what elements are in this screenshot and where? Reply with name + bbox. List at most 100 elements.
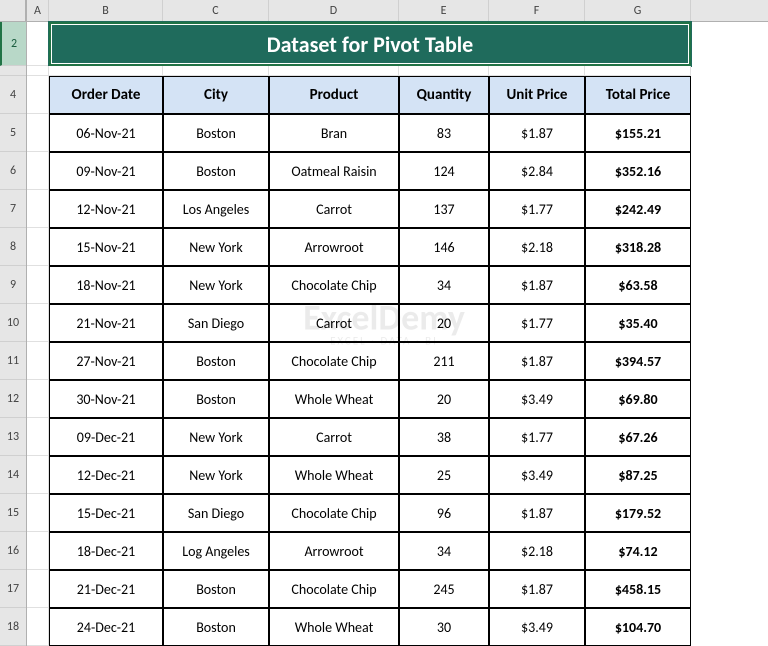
cell[interactable]: $1.87 xyxy=(489,570,585,608)
cell[interactable]: 12-Dec-21 xyxy=(49,456,163,494)
table-header[interactable]: Quantity xyxy=(399,76,489,114)
cell[interactable]: 20 xyxy=(399,380,489,418)
row-header-10[interactable]: 10 xyxy=(0,304,26,342)
cell[interactable]: 137 xyxy=(399,190,489,228)
cell[interactable]: San Diego xyxy=(163,494,269,532)
column-header-A[interactable]: A xyxy=(27,0,49,21)
cell[interactable]: 30-Nov-21 xyxy=(49,380,163,418)
cell[interactable]: 34 xyxy=(399,532,489,570)
cell[interactable]: 09-Nov-21 xyxy=(49,152,163,190)
cell[interactable]: 18-Nov-21 xyxy=(49,266,163,304)
row-header-gap[interactable] xyxy=(0,66,26,76)
column-header-D[interactable]: D xyxy=(269,0,399,21)
cell[interactable]: $1.87 xyxy=(489,342,585,380)
row-header-5[interactable]: 5 xyxy=(0,114,26,152)
cell[interactable]: 15-Dec-21 xyxy=(49,494,163,532)
table-header[interactable]: City xyxy=(163,76,269,114)
cell[interactable]: 27-Nov-21 xyxy=(49,342,163,380)
cell[interactable]: Chocolate Chip xyxy=(269,494,399,532)
cell[interactable]: 34 xyxy=(399,266,489,304)
cell[interactable]: $318.28 xyxy=(585,228,691,266)
cell[interactable]: $242.49 xyxy=(585,190,691,228)
cell[interactable]: Whole Wheat xyxy=(269,456,399,494)
cell[interactable]: $87.25 xyxy=(585,456,691,494)
cell[interactable]: $394.57 xyxy=(585,342,691,380)
cell[interactable]: Chocolate Chip xyxy=(269,266,399,304)
row-header-16[interactable]: 16 xyxy=(0,532,26,570)
row-header-12[interactable]: 12 xyxy=(0,380,26,418)
cell[interactable]: 211 xyxy=(399,342,489,380)
cell[interactable]: 83 xyxy=(399,114,489,152)
cell[interactable]: 15-Nov-21 xyxy=(49,228,163,266)
cell[interactable]: New York xyxy=(163,418,269,456)
cell[interactable]: Chocolate Chip xyxy=(269,570,399,608)
table-header[interactable]: Total Price xyxy=(585,76,691,114)
row-header-8[interactable]: 8 xyxy=(0,228,26,266)
cell[interactable]: $1.87 xyxy=(489,114,585,152)
cell[interactable]: 20 xyxy=(399,304,489,342)
cell[interactable]: $1.87 xyxy=(489,266,585,304)
cell[interactable]: 06-Nov-21 xyxy=(49,114,163,152)
cell[interactable]: 24-Dec-21 xyxy=(49,608,163,646)
cell[interactable]: 146 xyxy=(399,228,489,266)
cell[interactable]: 09-Dec-21 xyxy=(49,418,163,456)
cell[interactable]: New York xyxy=(163,456,269,494)
cell[interactable]: 30 xyxy=(399,608,489,646)
row-header-15[interactable]: 15 xyxy=(0,494,26,532)
row-header-13[interactable]: 13 xyxy=(0,418,26,456)
row-header-7[interactable]: 7 xyxy=(0,190,26,228)
cell[interactable]: Arrowroot xyxy=(269,228,399,266)
cell[interactable]: 96 xyxy=(399,494,489,532)
table-header[interactable]: Order Date xyxy=(49,76,163,114)
cell[interactable]: Arrowroot xyxy=(269,532,399,570)
cell[interactable]: $74.12 xyxy=(585,532,691,570)
cell[interactable]: $1.77 xyxy=(489,190,585,228)
cell[interactable]: Boston xyxy=(163,152,269,190)
cell[interactable]: 124 xyxy=(399,152,489,190)
cell[interactable]: $3.49 xyxy=(489,380,585,418)
cell[interactable]: $352.16 xyxy=(585,152,691,190)
cell[interactable]: $2.84 xyxy=(489,152,585,190)
cell[interactable]: $3.49 xyxy=(489,456,585,494)
cell[interactable]: $35.40 xyxy=(585,304,691,342)
column-header-E[interactable]: E xyxy=(399,0,489,21)
cell[interactable]: Oatmeal Raisin xyxy=(269,152,399,190)
cell[interactable]: $1.77 xyxy=(489,418,585,456)
row-header-17[interactable]: 17 xyxy=(0,570,26,608)
cell[interactable]: $63.58 xyxy=(585,266,691,304)
select-all-corner[interactable] xyxy=(0,0,26,22)
cell[interactable]: Carrot xyxy=(269,418,399,456)
cell[interactable]: 25 xyxy=(399,456,489,494)
cell[interactable]: $67.26 xyxy=(585,418,691,456)
cell[interactable]: San Diego xyxy=(163,304,269,342)
cell[interactable]: Boston xyxy=(163,342,269,380)
cell[interactable]: 38 xyxy=(399,418,489,456)
row-header-18[interactable]: 18 xyxy=(0,608,26,646)
table-header[interactable]: Unit Price xyxy=(489,76,585,114)
cell[interactable]: Boston xyxy=(163,570,269,608)
cell[interactable]: 18-Dec-21 xyxy=(49,532,163,570)
cell[interactable]: Boston xyxy=(163,114,269,152)
cell[interactable]: Whole Wheat xyxy=(269,380,399,418)
title-cell[interactable]: Dataset for Pivot Table xyxy=(49,22,691,66)
cell[interactable]: $155.21 xyxy=(585,114,691,152)
cell[interactable]: $69.80 xyxy=(585,380,691,418)
row-header-9[interactable]: 9 xyxy=(0,266,26,304)
cell[interactable]: Bran xyxy=(269,114,399,152)
row-header-6[interactable]: 6 xyxy=(0,152,26,190)
column-header-B[interactable]: B xyxy=(49,0,163,21)
cell[interactable]: $104.70 xyxy=(585,608,691,646)
cell[interactable]: Los Angeles xyxy=(163,190,269,228)
cell[interactable]: Chocolate Chip xyxy=(269,342,399,380)
cell[interactable]: $458.15 xyxy=(585,570,691,608)
cell[interactable]: New York xyxy=(163,228,269,266)
cell[interactable]: $2.18 xyxy=(489,532,585,570)
column-header-C[interactable]: C xyxy=(163,0,269,21)
cell[interactable]: 12-Nov-21 xyxy=(49,190,163,228)
cell[interactable]: $179.52 xyxy=(585,494,691,532)
table-header[interactable]: Product xyxy=(269,76,399,114)
column-header-F[interactable]: F xyxy=(489,0,585,21)
cell[interactable]: Log Angeles xyxy=(163,532,269,570)
cell[interactable]: $2.18 xyxy=(489,228,585,266)
cell[interactable]: 21-Dec-21 xyxy=(49,570,163,608)
